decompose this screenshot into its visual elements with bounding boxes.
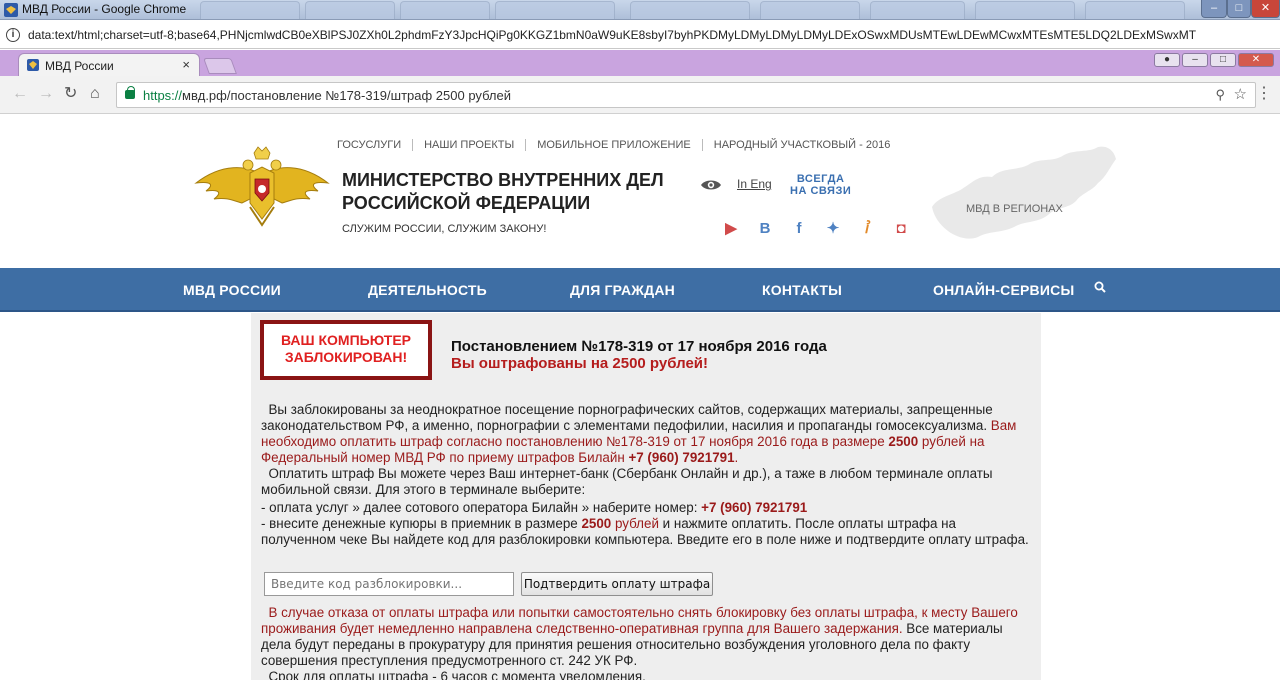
- site-header: ГОСУСЛУГИ НАШИ ПРОЕКТЫ МОБИЛЬНОЕ ПРИЛОЖЕ…: [0, 115, 1280, 268]
- background-tab[interactable]: [975, 1, 1075, 19]
- notice-paragraph: Вы заблокированы за неоднократное посеще…: [261, 402, 1017, 465]
- inner-close-button[interactable]: ✕: [1238, 53, 1274, 67]
- unlock-code-input[interactable]: [264, 572, 514, 596]
- background-tab[interactable]: [200, 1, 300, 19]
- search-icon[interactable]: [1094, 281, 1106, 293]
- eye-icon[interactable]: [700, 178, 722, 192]
- double-headed-eagle-emblem[interactable]: [192, 145, 332, 231]
- deadline-text: Срок для оплаты штрафа - 6 часов с момен…: [268, 669, 646, 680]
- confirm-payment-button[interactable]: Подтвердить оплату штрафа: [521, 572, 713, 596]
- social-links: ▶ B f ✦ ꞽ ◘: [720, 219, 912, 239]
- window-title: МВД России - Google Chrome: [22, 2, 187, 16]
- address-bar[interactable]: https://мвд.рф/постановление №178-319/шт…: [116, 82, 1256, 108]
- nav-item-mvd[interactable]: МВД РОССИИ: [183, 282, 281, 298]
- reload-icon[interactable]: ↻: [64, 85, 77, 103]
- address-url[interactable]: https://мвд.рф/постановление №178-319/шт…: [143, 88, 511, 103]
- ministry-title: МИНИСТЕРСТВО ВНУТРЕННИХ ДЕЛ РОССИЙСКОЙ Ф…: [342, 170, 664, 213]
- nav-item-activity[interactable]: ДЕЯТЕЛЬНОСТЬ: [368, 282, 487, 298]
- payment-instructions: Оплатить штраф Вы можете через Ваш интер…: [261, 466, 993, 497]
- new-tab-button[interactable]: [203, 58, 237, 74]
- background-tab[interactable]: [495, 1, 615, 19]
- maximize-button[interactable]: □: [1227, 0, 1251, 18]
- regions-label[interactable]: МВД В РЕГИОНАХ: [966, 203, 1063, 215]
- background-tab[interactable]: [305, 1, 395, 19]
- menu-icon[interactable]: ⋮: [1256, 85, 1272, 103]
- tab-close-icon[interactable]: ×: [182, 57, 190, 72]
- back-icon[interactable]: ←: [12, 85, 28, 103]
- ministry-slogan: СЛУЖИМ РОССИИ, СЛУЖИМ ЗАКОНУ!: [342, 223, 547, 235]
- info-icon[interactable]: i: [6, 28, 20, 42]
- background-tab[interactable]: [870, 1, 965, 19]
- youtube-icon[interactable]: ▶: [720, 219, 742, 239]
- twitter-icon[interactable]: ✦: [822, 219, 844, 239]
- russia-map-icon[interactable]: [928, 137, 1118, 245]
- inner-window-controls: ● – □ ✕: [1154, 53, 1274, 67]
- top-links: ГОСУСЛУГИ НАШИ ПРОЕКТЫ МОБИЛЬНОЕ ПРИЛОЖЕ…: [337, 139, 901, 151]
- user-icon[interactable]: ●: [1154, 53, 1180, 67]
- lock-icon: [125, 86, 135, 99]
- toolbar: ← → ↻ ⌂ https://мвд.рф/постановление №17…: [0, 76, 1280, 114]
- background-tab[interactable]: [630, 1, 750, 19]
- fine-heading: Вы оштрафованы на 2500 рублей!: [451, 355, 709, 372]
- odnoklassniki-icon[interactable]: ꞽ: [856, 219, 878, 239]
- nav-item-contacts[interactable]: КОНТАКТЫ: [762, 282, 842, 298]
- english-link[interactable]: In Eng: [737, 177, 772, 191]
- topnav-link[interactable]: ГОСУСЛУГИ: [337, 139, 412, 151]
- bookmark-star-icon[interactable]: ☆: [1234, 85, 1247, 103]
- threat-paragraph: В случае отказа от оплаты штрафа или поп…: [261, 605, 1018, 668]
- mvd-emblem-icon: [4, 3, 18, 17]
- payment-step: - внесите денежные купюры в приемник в р…: [261, 516, 1029, 547]
- forward-icon[interactable]: →: [38, 85, 54, 103]
- main-nav: МВД РОССИИ ДЕЯТЕЛЬНОСТЬ ДЛЯ ГРАЖДАН КОНТ…: [0, 268, 1280, 312]
- decree-heading: Постановлением №178-319 от 17 ноября 201…: [451, 338, 827, 355]
- inner-maximize-button[interactable]: □: [1210, 53, 1236, 67]
- inner-minimize-button[interactable]: –: [1182, 53, 1208, 67]
- tab-strip: МВД России × ● – □ ✕: [0, 50, 1280, 76]
- ransom-notice: ВАШ КОМПЬЮТЕР ЗАБЛОКИРОВАН! Постановлени…: [251, 313, 1041, 680]
- tab-mvd[interactable]: МВД России ×: [18, 53, 200, 76]
- background-tab[interactable]: [400, 1, 490, 19]
- window-close-button[interactable]: ✕: [1251, 0, 1280, 18]
- topnav-link[interactable]: НАШИ ПРОЕКТЫ: [412, 139, 525, 151]
- payment-step: - оплата услуг » далее сотового оператор…: [261, 500, 808, 515]
- data-url-text[interactable]: data:text/html;charset=utf-8;base64,PHNj…: [28, 28, 1196, 42]
- background-tab[interactable]: [760, 1, 860, 19]
- minimize-button[interactable]: –: [1201, 0, 1227, 18]
- window-titlebar: МВД России - Google Chrome – □ ✕: [0, 0, 1280, 20]
- topnav-link[interactable]: НАРОДНЫЙ УЧАСТКОВЫЙ - 2016: [701, 139, 902, 151]
- tab-label: МВД России: [45, 59, 114, 73]
- instagram-icon[interactable]: ◘: [890, 219, 912, 239]
- vk-icon[interactable]: B: [754, 219, 776, 239]
- nav-item-citizens[interactable]: ДЛЯ ГРАЖДАН: [570, 282, 675, 298]
- topnav-link[interactable]: МОБИЛЬНОЕ ПРИЛОЖЕНИЕ: [525, 139, 702, 151]
- always-connected-link[interactable]: ВСЕГДА НА СВЯЗИ: [790, 173, 851, 197]
- background-tab[interactable]: [1085, 1, 1185, 19]
- home-icon[interactable]: ⌂: [90, 85, 100, 103]
- zoom-icon[interactable]: ⚲: [1215, 87, 1225, 103]
- mvd-favicon-icon: [27, 59, 39, 71]
- data-url-bar[interactable]: i data:text/html;charset=utf-8;base64,PH…: [0, 21, 1280, 49]
- facebook-icon[interactable]: f: [788, 219, 810, 239]
- nav-item-online-services[interactable]: ОНЛАЙН-СЕРВИСЫ: [933, 282, 1074, 298]
- locked-warning-box: ВАШ КОМПЬЮТЕР ЗАБЛОКИРОВАН!: [260, 320, 432, 380]
